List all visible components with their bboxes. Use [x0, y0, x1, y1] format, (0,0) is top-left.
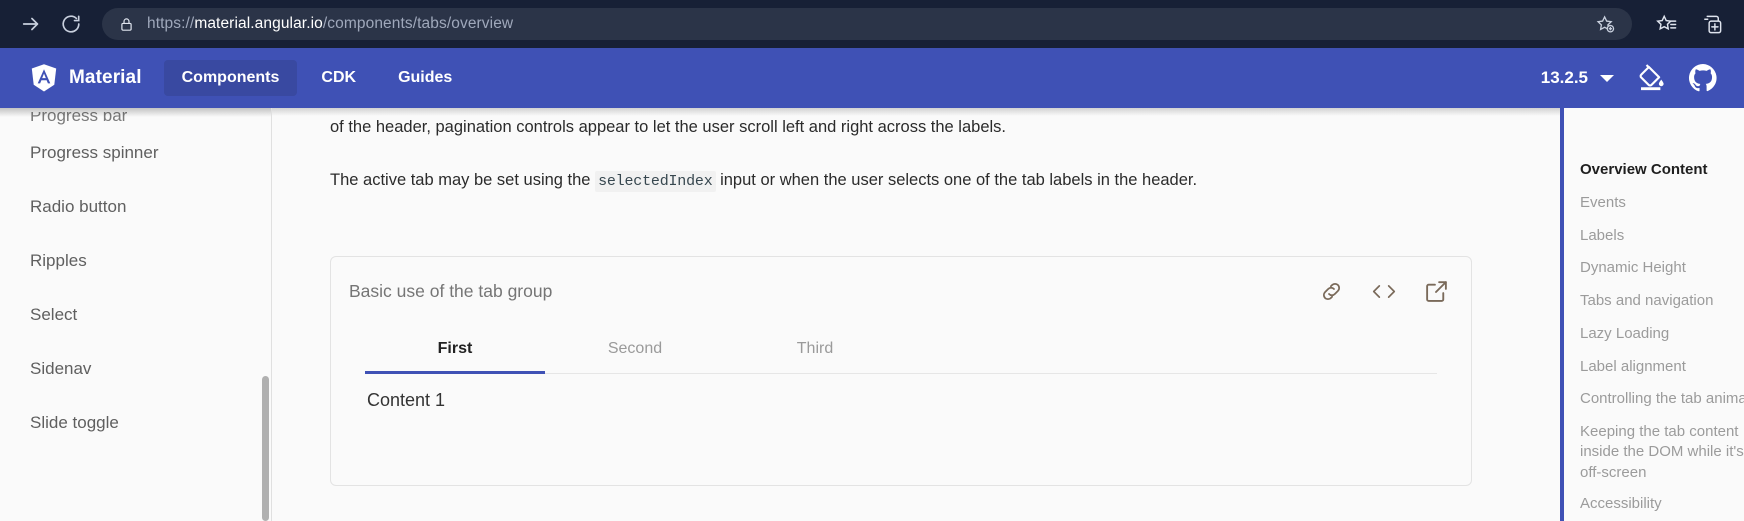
- paragraph-text-before: The active tab may be set using the: [330, 170, 591, 189]
- example-viewer-card: Basic use of the tab group First Second …: [330, 256, 1472, 487]
- nav-link-cdk[interactable]: CDK: [303, 60, 374, 96]
- sidebar-item-ripples[interactable]: Ripples: [0, 234, 271, 288]
- table-of-contents: Overview Content Events Labels Dynamic H…: [1560, 108, 1744, 521]
- favorites-button[interactable]: [1648, 7, 1684, 41]
- tab-third[interactable]: Third: [725, 325, 905, 373]
- reload-button[interactable]: [54, 7, 88, 41]
- toc-item-label-alignment[interactable]: Label alignment: [1580, 357, 1744, 377]
- example-card-header: Basic use of the tab group: [331, 257, 1471, 325]
- components-sidebar: Progress bar Progress spinner Radio butt…: [0, 108, 272, 521]
- url-scheme: https://: [147, 15, 195, 32]
- toc-item-dynamic-height[interactable]: Dynamic Height: [1580, 258, 1744, 278]
- toc-item-lazy-loading[interactable]: Lazy Loading: [1580, 324, 1744, 344]
- tab-group-demo: First Second Third Content 1: [331, 325, 1471, 411]
- inline-code-selectedindex: selectedIndex: [595, 170, 716, 192]
- sidebar-item-slide-toggle[interactable]: Slide toggle: [0, 396, 271, 450]
- sidebar-item-radio-button[interactable]: Radio button: [0, 180, 271, 234]
- brand-home-link[interactable]: Material: [30, 63, 142, 93]
- browser-actions: [1642, 7, 1730, 41]
- github-icon: [1688, 63, 1717, 92]
- paragraph-selected-index: The active tab may be set using the sele…: [330, 141, 1275, 194]
- sidebar-item-select[interactable]: Select: [0, 288, 271, 342]
- reload-icon: [62, 15, 80, 33]
- collections-button[interactable]: [1694, 7, 1730, 41]
- toc-item-keeping-tab-content-in-dom[interactable]: Keeping the tab content inside the DOM w…: [1580, 422, 1744, 483]
- theme-picker-button[interactable]: [1636, 63, 1666, 93]
- sidebar-item-clipped[interactable]: Progress bar: [0, 112, 271, 126]
- paragraph-text-after: input or when the user selects one of th…: [720, 170, 1198, 189]
- page-body: Progress bar Progress spinner Radio butt…: [0, 108, 1744, 521]
- toc-item-tabs-and-navigation[interactable]: Tabs and navigation: [1580, 291, 1744, 311]
- url-path: /components/tabs/overview: [322, 15, 514, 32]
- toc-item-controlling-the-tab-animation[interactable]: Controlling the tab animation: [1580, 389, 1744, 409]
- address-bar[interactable]: https://material.angular.io/components/t…: [102, 8, 1632, 40]
- example-title: Basic use of the tab group: [349, 280, 553, 301]
- sidebar-scrollbar[interactable]: [262, 376, 269, 521]
- sidebar-item-progress-spinner[interactable]: Progress spinner: [0, 126, 271, 180]
- collections-icon: [1703, 15, 1721, 33]
- navbar-right: 13.2.5: [1541, 61, 1718, 95]
- link-icon[interactable]: [1319, 279, 1344, 304]
- paragraph-pagination: of the header, pagination controls appea…: [330, 118, 1006, 136]
- version-selector[interactable]: 13.2.5: [1541, 68, 1614, 88]
- nav-link-guides[interactable]: Guides: [380, 60, 470, 96]
- angular-logo-icon: [31, 64, 57, 92]
- active-tab-indicator: [365, 371, 545, 375]
- toc-item-events[interactable]: Events: [1580, 193, 1744, 213]
- add-favorite-button[interactable]: [1592, 11, 1618, 37]
- favorites-list-icon: [1655, 14, 1676, 30]
- sidebar-item-sidenav[interactable]: Sidenav: [0, 342, 271, 396]
- site-navbar: Material Components CDK Guides 13.2.5: [0, 48, 1744, 108]
- primary-nav: Components CDK Guides: [163, 60, 471, 96]
- forward-button[interactable]: [14, 7, 48, 41]
- brand-label: Material: [69, 67, 142, 88]
- tab-first[interactable]: First: [365, 325, 545, 373]
- code-icon[interactable]: [1370, 279, 1398, 304]
- forward-arrow-icon: [22, 17, 39, 31]
- tab-second[interactable]: Second: [545, 325, 725, 373]
- url-text: https://material.angular.io/components/t…: [147, 15, 1580, 33]
- version-label: 13.2.5: [1540, 68, 1588, 87]
- browser-toolbar: https://material.angular.io/components/t…: [0, 0, 1744, 48]
- main-content: of the header, pagination controls appea…: [272, 108, 1560, 521]
- external-link-icon[interactable]: [1424, 279, 1449, 304]
- theme-paint-icon: [1639, 64, 1664, 91]
- chevron-down-icon: [1600, 74, 1614, 82]
- tab-header: First Second Third: [365, 325, 1437, 375]
- tab-content-panel: Content 1: [367, 390, 446, 411]
- lock-icon: [118, 16, 135, 33]
- toc-item-overview-content[interactable]: Overview Content: [1580, 160, 1744, 180]
- nav-link-components[interactable]: Components: [163, 60, 298, 96]
- toc-item-labels[interactable]: Labels: [1580, 226, 1744, 246]
- example-card-actions: [1319, 279, 1449, 304]
- github-link-button[interactable]: [1688, 61, 1718, 95]
- url-host: material.angular.io: [194, 15, 323, 32]
- add-favorite-star-icon: [1596, 14, 1614, 33]
- toc-item-accessibility[interactable]: Accessibility: [1580, 494, 1744, 514]
